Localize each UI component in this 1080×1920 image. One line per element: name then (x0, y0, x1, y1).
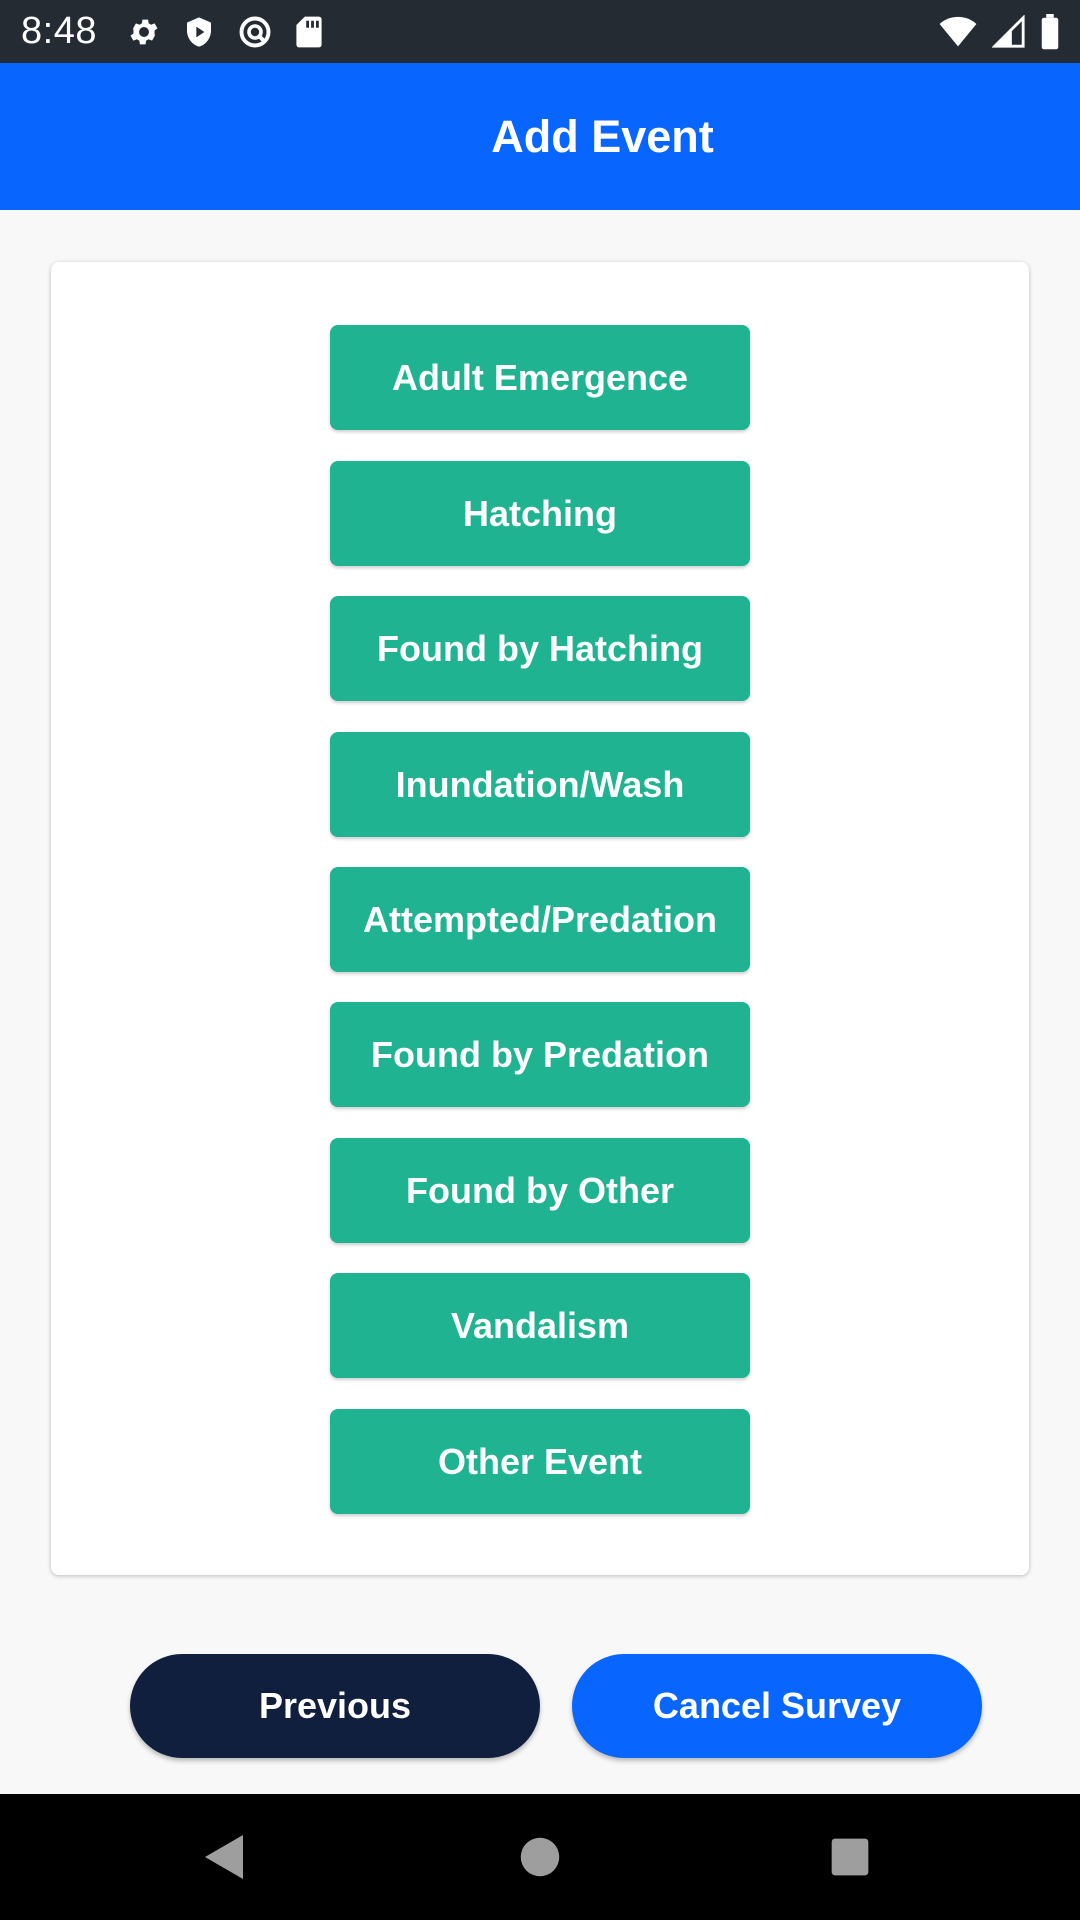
page-title: Add Event (491, 110, 714, 162)
battery-icon (1040, 13, 1060, 50)
event-list-card: Adult Emergence Hatching Found by Hatchi… (51, 262, 1029, 1575)
back-icon (205, 1835, 243, 1879)
status-icons-left (127, 14, 323, 50)
shield-icon (183, 15, 215, 49)
inundation-wash-button[interactable]: Inundation/Wash (330, 732, 750, 837)
signal-icon (992, 14, 1026, 49)
found-by-other-button[interactable]: Found by Other (330, 1138, 750, 1243)
recents-button[interactable] (790, 1794, 910, 1920)
cancel-survey-button[interactable]: Cancel Survey (572, 1654, 982, 1758)
adult-emergence-button[interactable]: Adult Emergence (330, 325, 750, 430)
status-icons-right (938, 0, 1060, 63)
sync-icon (237, 14, 273, 50)
app-bar: Add Event (0, 63, 1080, 210)
status-time: 8:48 (21, 10, 97, 52)
settings-icon (127, 15, 161, 49)
other-event-button[interactable]: Other Event (330, 1409, 750, 1514)
sd-card-icon (295, 15, 323, 49)
previous-button[interactable]: Previous (130, 1654, 540, 1758)
home-button[interactable] (480, 1794, 600, 1920)
wifi-icon (938, 16, 978, 48)
hatching-button[interactable]: Hatching (330, 461, 750, 566)
recents-icon (831, 1838, 869, 1876)
found-by-predation-button[interactable]: Found by Predation (330, 1002, 750, 1107)
status-bar: 8:48 (0, 0, 1080, 63)
attempted-predation-button[interactable]: Attempted/Predation (330, 867, 750, 972)
vandalism-button[interactable]: Vandalism (330, 1273, 750, 1378)
back-button[interactable] (165, 1794, 285, 1920)
navigation-bar (0, 1794, 1080, 1920)
home-icon (520, 1837, 560, 1877)
found-by-hatching-button[interactable]: Found by Hatching (330, 596, 750, 701)
